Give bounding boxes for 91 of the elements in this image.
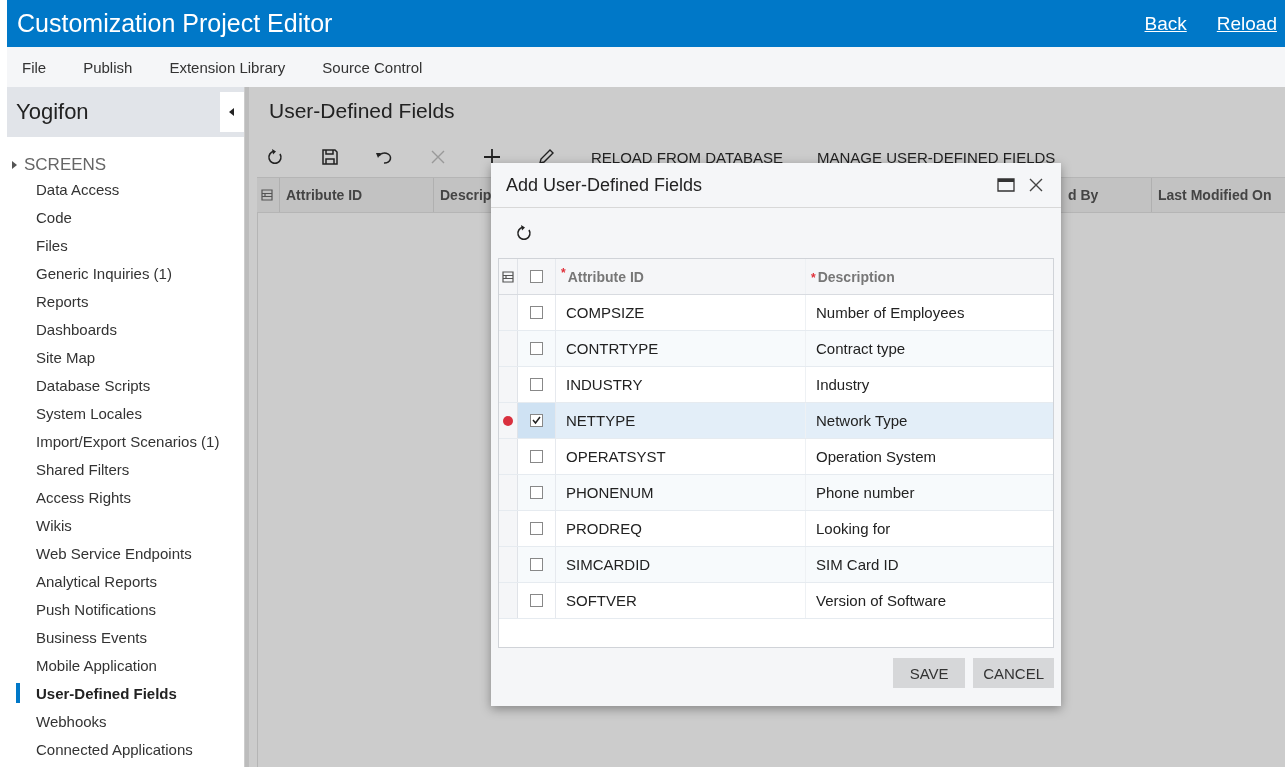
table-cell: Network Type bbox=[816, 412, 908, 429]
header-link[interactable]: Reload bbox=[1216, 12, 1277, 35]
column-header[interactable]: Attribute ID bbox=[279, 178, 433, 212]
required-mark: * bbox=[561, 266, 566, 280]
row-checkbox[interactable] bbox=[530, 378, 543, 391]
sidebar-item[interactable]: Analytical Reports bbox=[36, 572, 157, 590]
refresh-icon[interactable] bbox=[267, 148, 285, 166]
sidebar-item[interactable]: Files bbox=[36, 236, 68, 254]
menu-item[interactable]: Extension Library bbox=[169, 58, 286, 76]
refresh-icon[interactable] bbox=[516, 224, 534, 242]
add-icon[interactable] bbox=[483, 148, 501, 166]
table-cell: COMPSIZE bbox=[566, 304, 645, 321]
column-header[interactable]: Description bbox=[817, 268, 895, 285]
sidebar-item[interactable]: Push Notifications bbox=[36, 600, 157, 618]
group-header[interactable]: SCREENS bbox=[24, 155, 107, 175]
pencil-icon[interactable] bbox=[537, 148, 555, 166]
maximize-icon[interactable] bbox=[997, 178, 1015, 192]
sidebar-item[interactable]: Dashboards bbox=[36, 320, 117, 338]
table-row[interactable]: PRODREQ Looking for bbox=[499, 511, 1053, 547]
menu-item[interactable]: File bbox=[22, 58, 47, 76]
menu-item[interactable]: Publish bbox=[83, 58, 133, 76]
column-header[interactable]: Last Modified On bbox=[1151, 178, 1285, 212]
table-cell: Version of Software bbox=[816, 592, 947, 609]
table-cell: Industry bbox=[816, 376, 870, 393]
sidebar-item[interactable]: Webhooks bbox=[36, 712, 107, 730]
table-row[interactable]: CONTRTYPE Contract type bbox=[499, 331, 1053, 367]
sidebar-item[interactable]: Web Service Endpoints bbox=[36, 544, 192, 562]
header-link[interactable]: Back bbox=[1144, 12, 1187, 35]
row-checkbox[interactable] bbox=[530, 486, 543, 499]
table-cell: NETTYPE bbox=[566, 412, 636, 429]
column-header[interactable]: Attribute ID bbox=[567, 268, 644, 285]
table-cell: SIM Card ID bbox=[816, 556, 899, 573]
table-cell: Looking for bbox=[816, 520, 891, 537]
table-row[interactable]: SOFTVER Version of Software bbox=[499, 583, 1053, 619]
table-cell: OPERATSYST bbox=[566, 448, 666, 465]
table-cell: PHONENUM bbox=[566, 484, 654, 501]
row-checkbox[interactable] bbox=[530, 342, 543, 355]
row-checkbox[interactable] bbox=[530, 306, 543, 319]
sidebar-item[interactable]: Site Map bbox=[36, 348, 96, 366]
sidebar-item[interactable]: Code bbox=[36, 208, 72, 226]
sidebar-item[interactable]: Database Scripts bbox=[36, 376, 151, 394]
close-icon[interactable] bbox=[1029, 178, 1043, 192]
sidebar-item[interactable]: Shared Filters bbox=[36, 460, 130, 478]
table-row[interactable]: PHONENUM Phone number bbox=[499, 475, 1053, 511]
table-cell: SOFTVER bbox=[566, 592, 637, 609]
sidebar-item[interactable]: Wikis bbox=[36, 516, 72, 534]
table-cell: Number of Employees bbox=[816, 304, 965, 321]
sidebar-item[interactable]: Access Rights bbox=[36, 488, 132, 506]
save-button[interactable]: SAVE bbox=[893, 658, 966, 688]
collapse-button[interactable] bbox=[220, 92, 244, 132]
sidebar-item[interactable]: Business Events bbox=[36, 628, 147, 646]
table-cell: Phone number bbox=[816, 484, 915, 501]
select-all-checkbox[interactable] bbox=[530, 270, 543, 283]
row-checkbox[interactable] bbox=[530, 558, 543, 571]
row-checkbox[interactable] bbox=[530, 522, 543, 535]
row-checkbox[interactable] bbox=[530, 414, 543, 427]
table-row[interactable]: COMPSIZE Number of Employees bbox=[499, 295, 1053, 331]
required-mark: * bbox=[811, 270, 816, 285]
sidebar-item[interactable]: System Locales bbox=[36, 404, 142, 422]
expand-icon[interactable] bbox=[12, 161, 17, 169]
menu-item[interactable]: Source Control bbox=[322, 58, 423, 76]
sidebar-item[interactable]: Data Access bbox=[36, 180, 120, 198]
caret-icon bbox=[229, 108, 235, 116]
column-settings-icon[interactable] bbox=[261, 189, 273, 201]
sidebar-item[interactable]: User-Defined Fields bbox=[36, 684, 177, 702]
table-cell: Contract type bbox=[816, 340, 906, 357]
table-row[interactable]: NETTYPE Network Type bbox=[499, 403, 1053, 439]
sidebar-item[interactable]: Mobile Application bbox=[36, 656, 157, 674]
table-cell: PRODREQ bbox=[566, 520, 642, 537]
column-settings-icon[interactable] bbox=[502, 270, 514, 283]
dialog-title: Add User-Defined Fields bbox=[506, 174, 704, 196]
table-cell: CONTRTYPE bbox=[566, 340, 659, 357]
row-checkbox[interactable] bbox=[530, 450, 543, 463]
page-title: User-Defined Fields bbox=[268, 98, 456, 124]
table-row[interactable]: SIMCARDID SIM Card ID bbox=[499, 547, 1053, 583]
table-cell: INDUSTRY bbox=[566, 376, 643, 393]
sidebar-item[interactable]: Reports bbox=[36, 292, 89, 310]
window-title: Customization Project Editor bbox=[17, 9, 333, 38]
row-checkbox[interactable] bbox=[530, 594, 543, 607]
cancel-button[interactable]: CANCEL bbox=[973, 658, 1054, 688]
sidebar-item[interactable]: Import/Export Scenarios (1) bbox=[36, 432, 220, 450]
sidebar-item[interactable]: Connected Applications bbox=[36, 740, 193, 758]
sidebar-item[interactable]: Generic Inquiries (1) bbox=[36, 264, 172, 282]
toolbar-button[interactable]: MANAGE USER-DEFINED FIELDS bbox=[817, 148, 1056, 166]
table-cell: SIMCARDID bbox=[566, 556, 651, 573]
project-name: Yogifon bbox=[15, 99, 89, 125]
table-row[interactable]: INDUSTRY Industry bbox=[499, 367, 1053, 403]
table-row[interactable]: OPERATSYST Operation System bbox=[499, 439, 1053, 475]
column-header[interactable]: d By bbox=[1066, 178, 1151, 212]
save-icon[interactable] bbox=[321, 148, 339, 166]
table-cell: Operation System bbox=[816, 448, 937, 465]
